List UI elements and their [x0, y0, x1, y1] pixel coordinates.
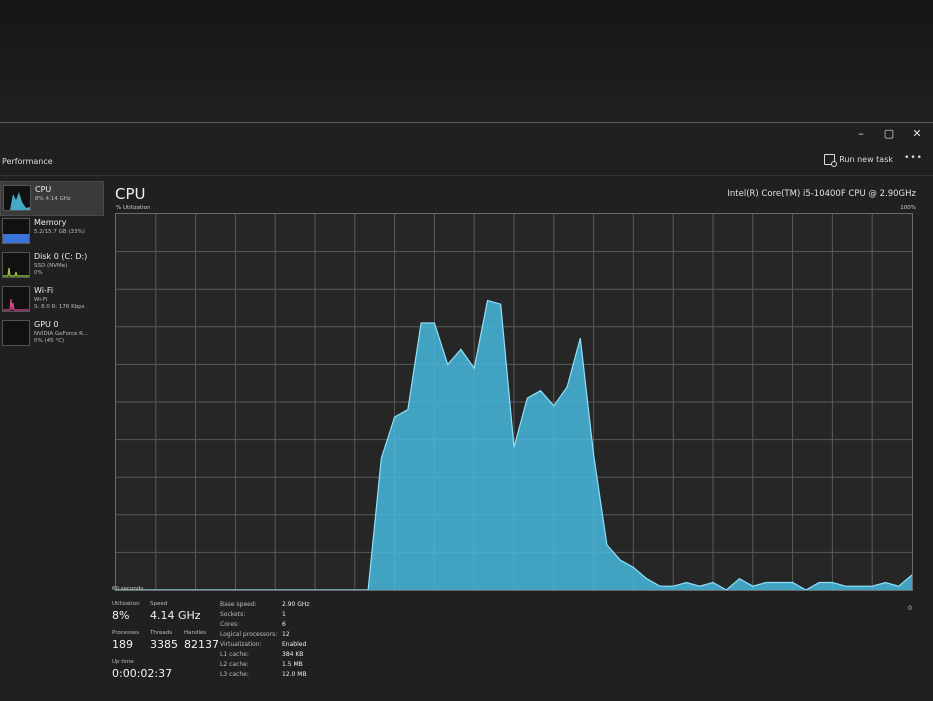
more-options-button[interactable]: •••: [904, 153, 923, 163]
cpu-graph-svg: [116, 214, 912, 590]
detail-key: Virtualization:: [220, 641, 262, 648]
detail-key: Cores:: [220, 621, 240, 628]
cpu-details: Base speed: 2.90 GHz Sockets: 1 Cores: 6 Lo…: [220, 601, 420, 681]
sidebar-item-memory[interactable]: Memory 5.2/15.7 GB (33%): [0, 215, 102, 248]
stat-value: 3385: [150, 638, 178, 651]
utilization-axis-label: % Utilization: [116, 205, 151, 211]
cpu-panel: CPU Intel(R) Core(TM) i5-10400F CPU @ 2.…: [112, 179, 922, 699]
detail-value: Enabled: [282, 641, 307, 648]
run-new-task-label: Run new task: [839, 155, 893, 164]
detail-key: Logical processors:: [220, 631, 278, 638]
stat-speed: Speed 4.14 GHz: [150, 601, 201, 622]
stat-label: Up time: [112, 659, 134, 665]
wifi-thumbnail: [2, 286, 30, 312]
detail-value: 12: [282, 631, 290, 638]
sidebar-item-label: Disk 0 (C: D:): [34, 252, 88, 261]
detail-key: Base speed:: [220, 601, 257, 608]
run-task-icon: [824, 154, 838, 167]
stat-processes: Processes 189: [112, 630, 139, 651]
max-value-label: 100%: [900, 205, 916, 211]
stat-label: Processes: [112, 630, 140, 636]
sidebar-item-detail: 0%: [34, 270, 43, 276]
desk-backdrop: [0, 0, 933, 130]
memory-thumbnail: [2, 218, 30, 244]
detail-row: Cores: 6: [220, 621, 420, 631]
sidebar-item-detail: Wi-Fi: [34, 297, 48, 303]
stat-uptime: Up time 0:00:02:37: [112, 659, 172, 680]
detail-row: Sockets: 1: [220, 611, 420, 621]
stat-label: Utilization: [112, 601, 140, 607]
sidebar-item-detail: 5.2/15.7 GB (33%): [34, 229, 85, 235]
stat-label: Handles: [184, 630, 207, 636]
min-value-label: 0: [908, 605, 912, 612]
detail-value: 12.0 MB: [282, 671, 307, 678]
sidebar-item-gpu[interactable]: GPU 0 NVIDIA GeForce R... 0% (45 °C): [0, 317, 102, 350]
stat-value: 0:00:02:37: [112, 667, 173, 680]
detail-key: L1 cache:: [220, 651, 249, 658]
page-header: Performance Run new task •••: [0, 149, 933, 176]
stat-label: Threads: [150, 630, 173, 636]
detail-row: Virtualization: Enabled: [220, 641, 420, 651]
sidebar-item-detail: 0% (45 °C): [34, 338, 65, 344]
detail-value: 2.90 GHz: [282, 601, 310, 608]
detail-row: L3 cache: 12.0 MB: [220, 671, 420, 681]
sidebar-item-cpu[interactable]: CPU 8% 4.14 GHz: [0, 181, 104, 216]
disk-thumbnail: [2, 252, 30, 278]
minimize-button[interactable]: –: [855, 127, 867, 140]
stat-utilization: Utilization 8%: [112, 601, 140, 622]
sidebar-item-label: Memory: [34, 218, 67, 227]
detail-key: Sockets:: [220, 611, 246, 618]
cpu-title: CPU: [115, 185, 146, 203]
close-button[interactable]: ✕: [911, 127, 923, 140]
sidebar-item-label: GPU 0: [34, 320, 59, 329]
detail-value: 1: [282, 611, 286, 618]
cpu-utilization-graph: [115, 213, 913, 591]
detail-value: 384 KB: [282, 651, 304, 658]
gpu-thumbnail: [2, 320, 30, 346]
stat-threads: Threads 3385: [150, 630, 178, 651]
sidebar-item-detail: NVIDIA GeForce R...: [34, 331, 89, 337]
sidebar-item-wifi[interactable]: Wi-Fi Wi-Fi S: 8.0 R: 176 Kbps: [0, 283, 102, 316]
maximize-button[interactable]: ▢: [883, 127, 895, 140]
run-new-task-button[interactable]: Run new task: [824, 154, 893, 167]
detail-row: Base speed: 2.90 GHz: [220, 601, 420, 611]
detail-row: Logical processors: 12: [220, 631, 420, 641]
cpu-thumbnail: [3, 185, 31, 211]
detail-key: L2 cache:: [220, 661, 249, 668]
cpu-stats: Utilization 8% Speed 4.14 GHz Processes …: [112, 597, 532, 697]
stat-value: 8%: [112, 609, 130, 622]
detail-key: L3 cache:: [220, 671, 249, 678]
sidebar-item-detail: 8% 4.14 GHz: [35, 196, 71, 202]
time-span-label: 60 seconds: [112, 586, 144, 592]
sidebar-item-detail: S: 8.0 R: 176 Kbps: [34, 304, 85, 310]
task-manager-window: – ▢ ✕ Performance Run new task ••• CPU 8…: [0, 122, 933, 701]
title-bar: – ▢ ✕: [0, 123, 933, 143]
stat-handles: Handles 82137: [184, 630, 219, 651]
stat-value: 4.14 GHz: [150, 609, 201, 622]
sidebar-item-detail: SSD (NVMe): [34, 263, 68, 269]
sidebar-item-disk[interactable]: Disk 0 (C: D:) SSD (NVMe) 0%: [0, 249, 102, 282]
detail-row: L1 cache: 384 KB: [220, 651, 420, 661]
page-title: Performance: [2, 157, 53, 166]
sidebar-item-label: CPU: [35, 185, 52, 194]
stat-label: Speed: [150, 601, 168, 607]
stat-value: 189: [112, 638, 133, 651]
detail-value: 6: [282, 621, 286, 628]
detail-row: L2 cache: 1.5 MB: [220, 661, 420, 671]
cpu-model: Intel(R) Core(TM) i5-10400F CPU @ 2.90GH…: [727, 189, 916, 199]
sidebar-item-label: Wi-Fi: [34, 286, 54, 295]
detail-value: 1.5 MB: [282, 661, 303, 668]
resource-sidebar: CPU 8% 4.14 GHz Memory 5.2/15.7 GB (33%)…: [0, 179, 104, 699]
stat-value: 82137: [184, 638, 219, 651]
